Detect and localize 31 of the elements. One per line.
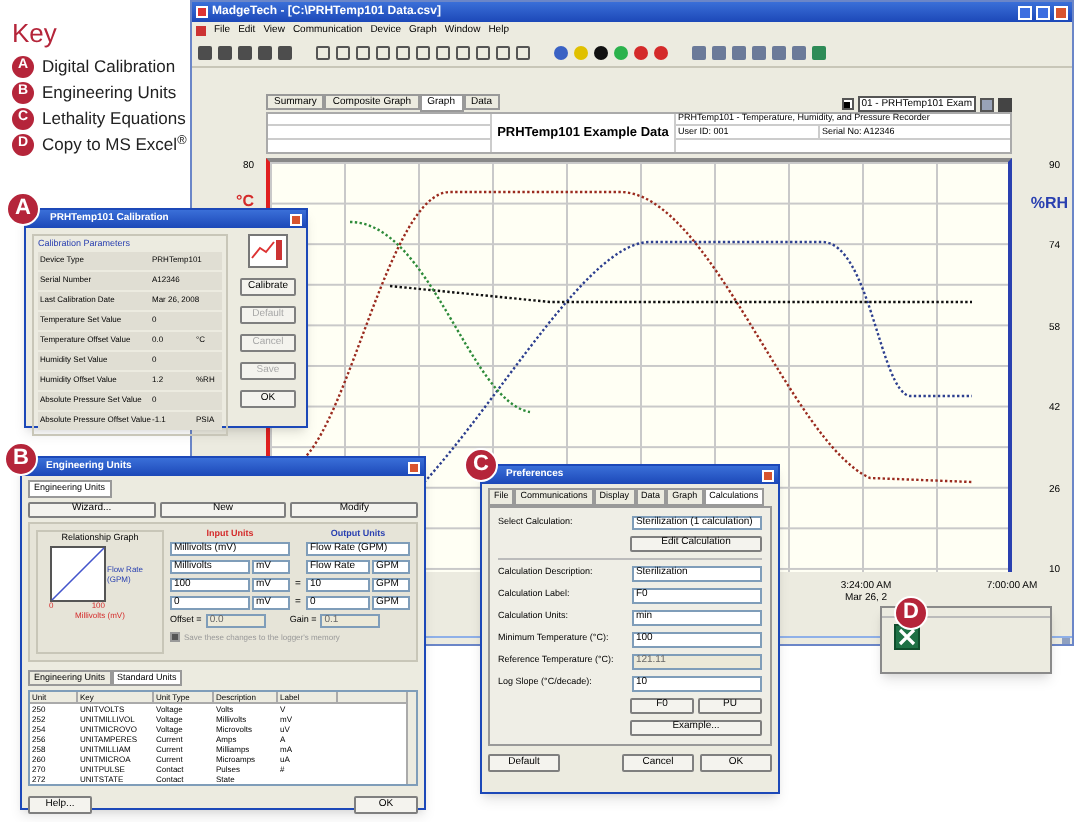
relationship-graph-drawing (49, 546, 105, 602)
toolbar-square-icon[interactable] (316, 46, 330, 60)
callout-marker: B (4, 442, 38, 476)
toolbar-square-icon[interactable] (376, 46, 390, 60)
excel-icon[interactable] (894, 624, 920, 650)
toolbar-square-icon[interactable] (416, 46, 430, 60)
thermometer-graph-icon (248, 234, 288, 268)
resize-grip-icon (1062, 638, 1070, 644)
checkbox[interactable] (170, 632, 180, 642)
toolbar-square-icon[interactable] (396, 46, 410, 60)
check-icon (844, 101, 851, 107)
key-title: Key (12, 20, 57, 46)
key-label: Digital Calibration (42, 54, 176, 78)
toolbar-square-icon[interactable] (516, 46, 530, 60)
key-label: Lethality Equations (42, 106, 186, 130)
maximize-icon[interactable] (1036, 5, 1050, 19)
humidity-unit-label: %RH (1030, 196, 1068, 212)
callout-marker: A (6, 192, 40, 226)
scrollbar[interactable] (406, 692, 416, 784)
toolbar-square-icon[interactable] (496, 46, 510, 60)
key-label: Copy to MS Excel$^{®}$ (42, 132, 187, 156)
toolbar-square-icon[interactable] (476, 46, 490, 60)
toolbar-square-icon[interactable] (336, 46, 350, 60)
toolbar-square-icon[interactable] (436, 46, 450, 60)
temperature-unit-label: °C (236, 194, 254, 210)
key-label: Engineering Units (42, 80, 177, 104)
toolbar-square-icon[interactable] (356, 46, 370, 60)
toolbar-square-icon[interactable] (456, 46, 470, 60)
check-icon (172, 634, 178, 640)
checkbox[interactable] (841, 98, 854, 110)
minimize-icon[interactable] (1018, 5, 1032, 19)
